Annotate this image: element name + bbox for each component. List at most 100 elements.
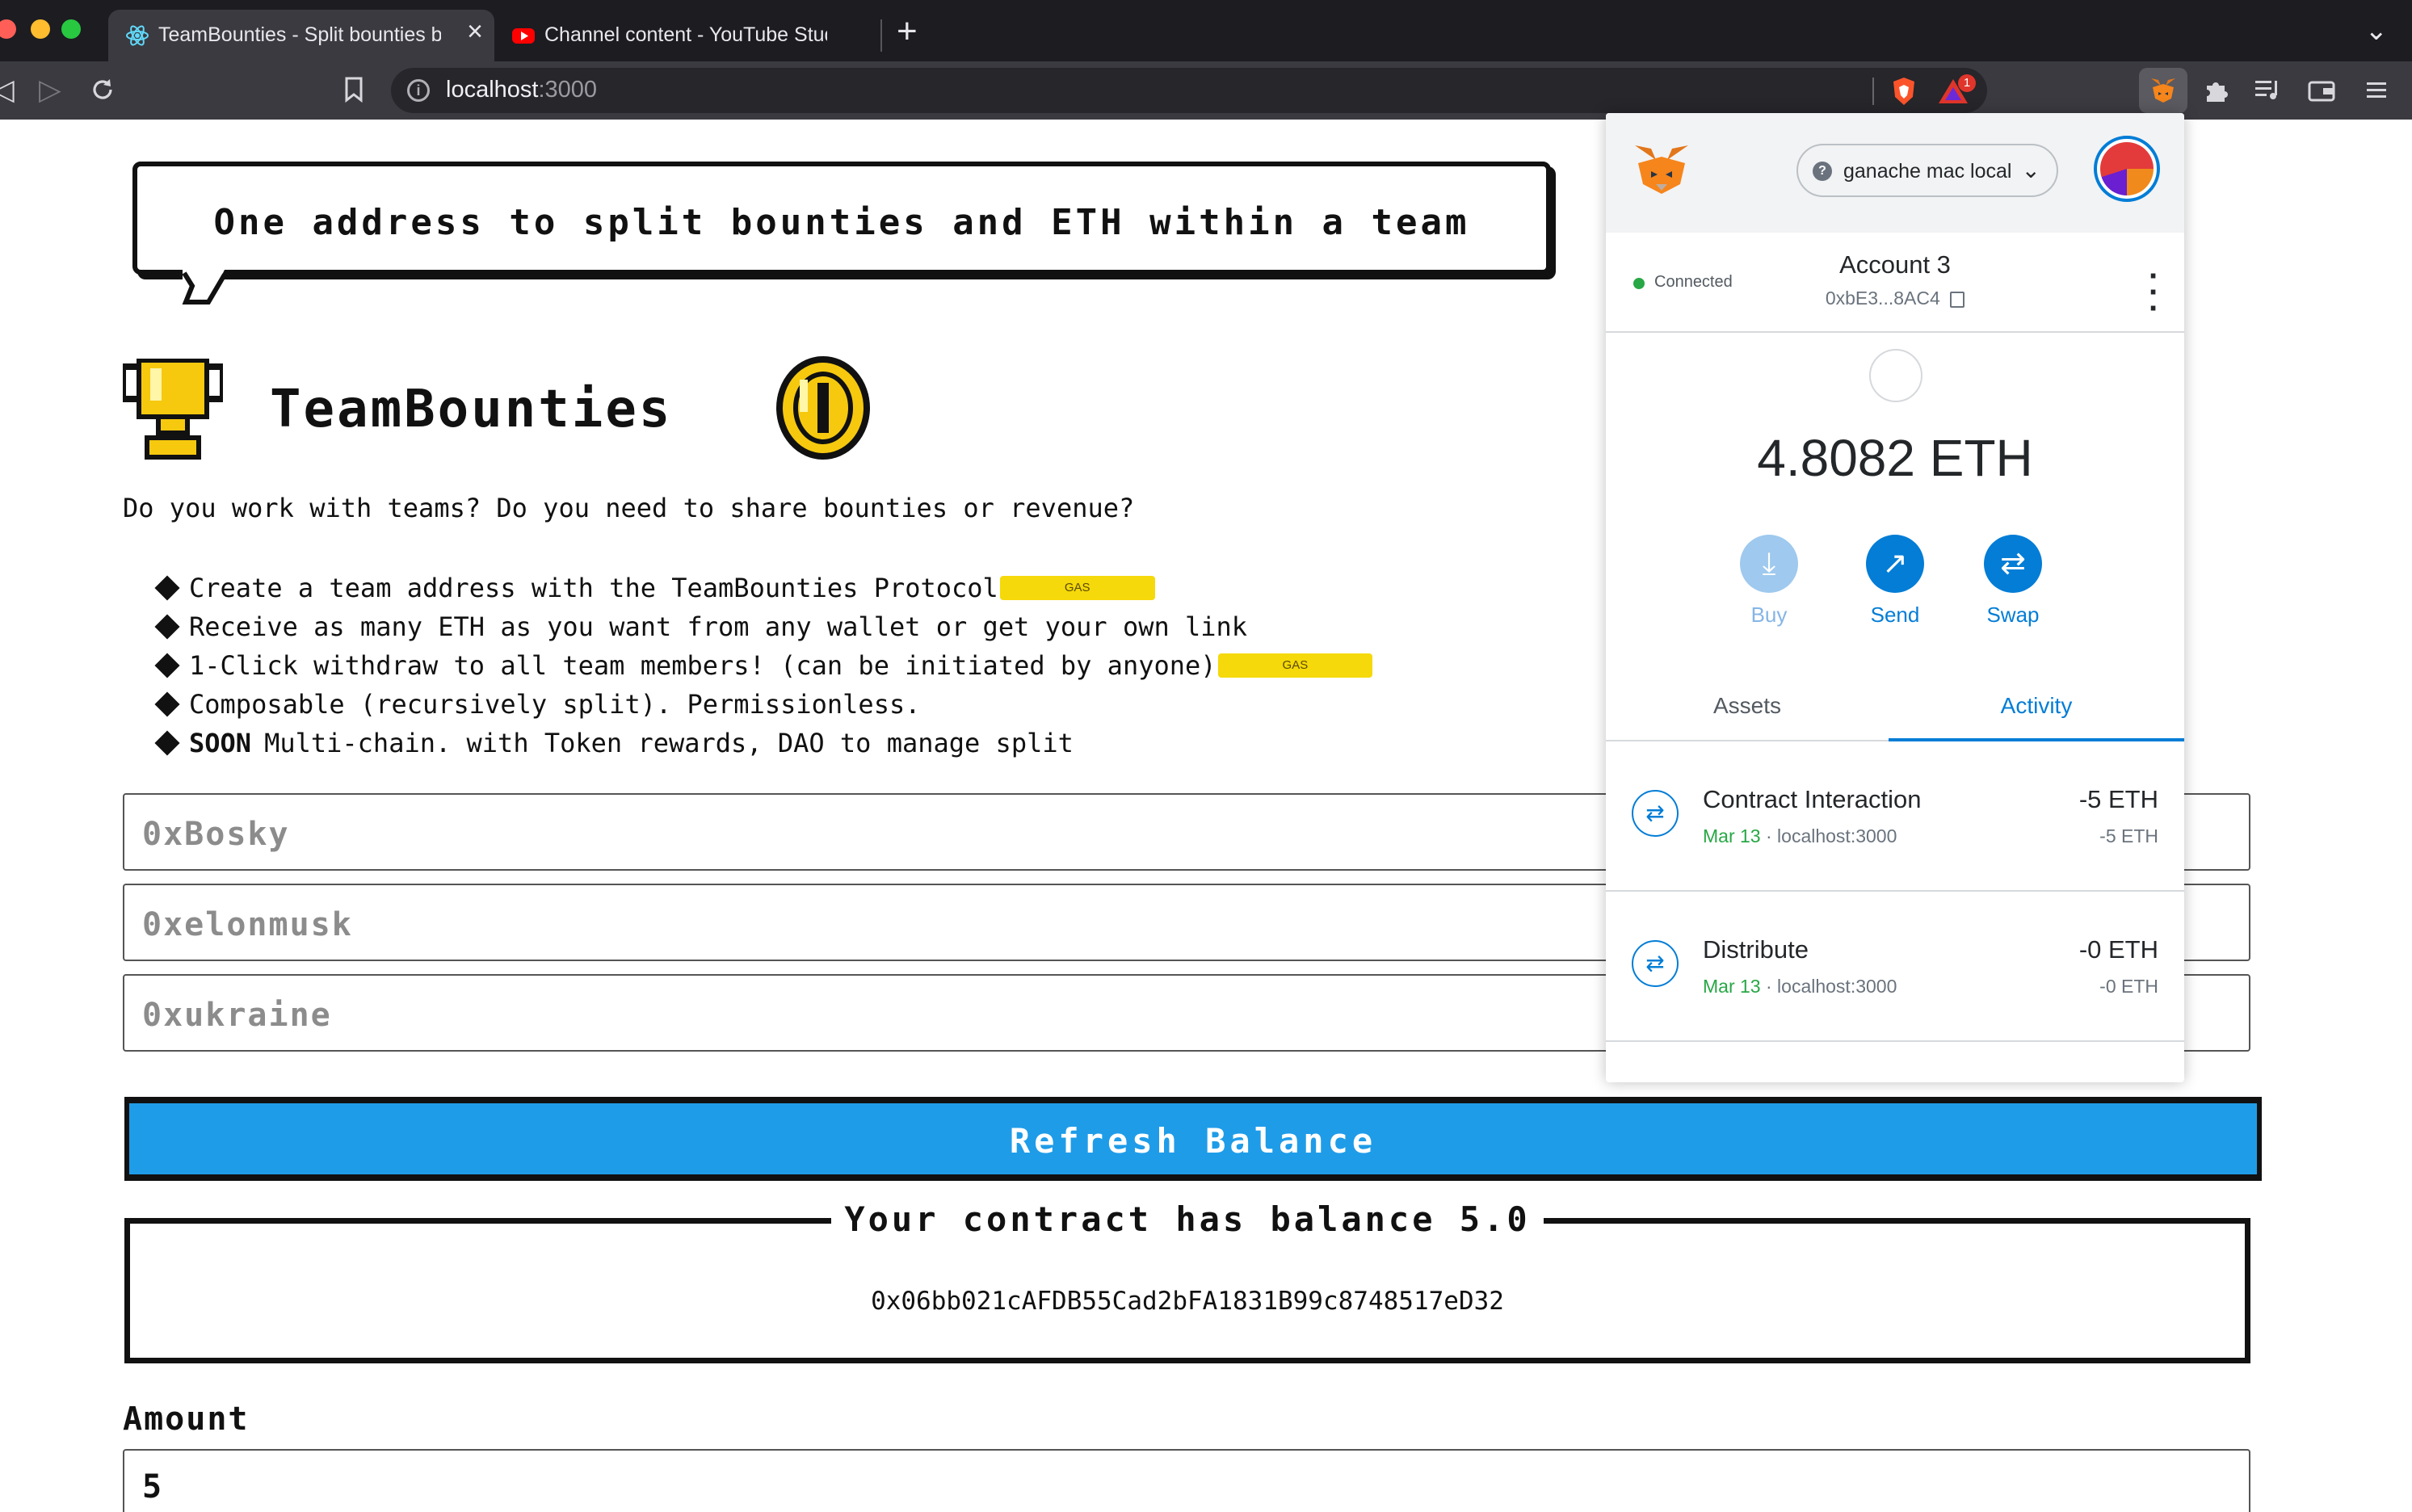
network-selector[interactable]: ? ganache mac local ⌄	[1796, 144, 2058, 197]
feature-text: Composable (recursively split). Permissi…	[189, 689, 921, 720]
list-item: SOON Multi-chain. with Token rewards, DA…	[154, 724, 1372, 762]
address-bar[interactable]: i localhost:3000 1	[391, 68, 1987, 113]
tab-separator	[880, 19, 882, 52]
speech-bubble-text: One address to split bounties and ETH wi…	[213, 202, 1470, 243]
zoom-window-button[interactable]	[61, 19, 81, 39]
close-tab-icon[interactable]: ×	[467, 16, 483, 48]
transaction-title: Contract Interaction	[1703, 785, 1922, 813]
react-icon	[126, 25, 149, 46]
diamond-bullet-icon	[154, 730, 180, 756]
menu-icon[interactable]	[2365, 79, 2388, 102]
arrow-up-right-icon: ↗	[1866, 535, 1924, 593]
balance-panel: Your contract has balance 5.0 0x06bb021c…	[124, 1199, 2250, 1363]
refresh-balance-button[interactable]: Refresh Balance	[124, 1097, 2262, 1181]
interaction-icon: ⇄	[1632, 790, 1679, 837]
reload-icon[interactable]	[89, 76, 116, 103]
input-placeholder: 0xBosky	[142, 816, 290, 853]
new-tab-button[interactable]: +	[897, 11, 918, 52]
amount-input[interactable]: 5	[123, 1449, 2250, 1512]
site-info-icon[interactable]: i	[407, 79, 430, 102]
account-options-icon[interactable]: · · ·	[2149, 260, 2159, 325]
metamask-fox-icon	[1635, 145, 1688, 194]
feature-text: 1-Click withdraw to all team members! (c…	[189, 650, 1217, 681]
account-bar: Connected Account 3 0xbE3...8AC4 · · ·	[1606, 233, 2184, 333]
tab-activity[interactable]: Activity	[1889, 670, 2184, 741]
metamask-tabs: Assets Activity	[1606, 670, 2184, 741]
metamask-fox-icon	[2151, 78, 2175, 103]
chevron-down-icon: ⌄	[2021, 158, 2040, 183]
interaction-icon: ⇄	[1632, 940, 1679, 987]
swap-label: Swap	[1986, 603, 2040, 627]
close-window-button[interactable]	[0, 19, 16, 39]
token-icon	[1869, 349, 1922, 402]
transaction-meta: Mar 13 · localhost:3000	[1703, 976, 1897, 997]
notification-badge: 1	[1958, 74, 1976, 92]
tab-title: Channel content - YouTube Studio	[544, 23, 827, 46]
amount-value: 5	[142, 1468, 162, 1506]
copy-icon[interactable]	[1950, 291, 1965, 308]
feature-text: Receive as many ETH as you want from any…	[189, 611, 1248, 642]
network-name: ganache mac local	[1843, 160, 2012, 183]
tab-youtube-studio[interactable]: Channel content - YouTube Studio	[494, 10, 880, 61]
list-item: Create a team address with the TeamBount…	[154, 569, 1372, 607]
minimize-window-button[interactable]	[31, 19, 50, 39]
account-avatar[interactable]	[2094, 136, 2160, 202]
transaction-amount-secondary: -5 ETH	[2099, 825, 2158, 846]
transaction-meta: Mar 13 · localhost:3000	[1703, 825, 1897, 846]
diamond-bullet-icon	[154, 691, 180, 717]
list-item: Composable (recursively split). Permissi…	[154, 685, 1372, 724]
coin-icon	[776, 356, 870, 460]
playlist-icon[interactable]	[2254, 78, 2283, 103]
tab-assets[interactable]: Assets	[1606, 670, 1889, 741]
contract-address: 0x06bb021cAFDB55Cad2bFA1831B99c8748517eD…	[871, 1287, 1504, 1316]
transaction-amount: -5 ETH	[2078, 785, 2158, 813]
brave-shields-icon[interactable]	[1890, 76, 1918, 107]
tab-search-chevron-icon[interactable]: ⌄	[2365, 15, 2389, 47]
tab-title: TeamBounties - Split bounties b	[158, 23, 441, 46]
send-label: Send	[1870, 603, 1920, 627]
transaction-amount: -0 ETH	[2078, 935, 2158, 964]
account-address[interactable]: 0xbE3...8AC4	[1606, 288, 2184, 309]
omnibox-divider	[1872, 78, 1874, 105]
network-question-icon: ?	[1813, 162, 1832, 181]
diamond-bullet-icon	[154, 653, 180, 678]
diamond-bullet-icon	[154, 575, 180, 601]
bookmark-icon[interactable]	[342, 76, 365, 103]
diamond-bullet-icon	[154, 614, 180, 640]
input-placeholder: 0xukraine	[142, 997, 332, 1034]
feature-text: Create a team address with the TeamBount…	[189, 573, 998, 603]
transaction-row[interactable]: ⇄ Distribute Mar 13 · localhost:3000 -0 …	[1606, 893, 2184, 1042]
metamask-popup: ? ganache mac local ⌄ Connected Account …	[1606, 113, 2184, 1082]
balance-title: Your contract has balance 5.0	[130, 1199, 2245, 1239]
tab-teambounties[interactable]: TeamBounties - Split bounties b ×	[108, 10, 494, 61]
url-text: localhost:3000	[446, 77, 598, 103]
account-name: Account 3	[1839, 250, 1951, 279]
soon-label: SOON	[189, 728, 252, 758]
youtube-icon	[512, 28, 535, 44]
gas-badge: GAS	[1217, 653, 1373, 678]
transaction-title: Distribute	[1703, 935, 1809, 964]
swap-icon: ⇄	[1984, 535, 2042, 593]
send-button[interactable]: ↗ Send	[1847, 535, 1943, 628]
feature-list: Create a team address with the TeamBount…	[154, 569, 1373, 762]
swap-button[interactable]: ⇄ Swap	[1964, 535, 2061, 628]
lead-question: Do you work with teams? Do you need to s…	[123, 493, 1135, 523]
gas-badge: GAS	[999, 576, 1155, 600]
list-item: 1-Click withdraw to all team members! (c…	[154, 646, 1373, 685]
transaction-row[interactable]: ⇄ Contract Interaction Mar 13 · localhos…	[1606, 743, 2184, 892]
extensions-puzzle-icon[interactable]	[2202, 76, 2231, 105]
speech-bubble-tail-icon	[182, 270, 227, 304]
list-item: Receive as many ETH as you want from any…	[154, 607, 1372, 646]
download-icon: ⤓	[1740, 535, 1798, 593]
back-icon[interactable]: ◁	[0, 73, 15, 107]
eth-balance: 4.8082 ETH	[1757, 429, 2033, 487]
browser-toolbar: ◁ ▷ i localhost:3000 1	[0, 61, 2412, 120]
forward-icon[interactable]: ▷	[39, 73, 61, 107]
metamask-header: ? ganache mac local ⌄	[1606, 113, 2184, 233]
brave-rewards-button[interactable]: 1	[1937, 74, 1976, 107]
feature-text: Multi-chain. with Token rewards, DAO to …	[264, 728, 1074, 758]
buy-button[interactable]: ⤓ Buy	[1721, 535, 1817, 628]
metamask-extension-button[interactable]	[2139, 68, 2187, 113]
trophy-icon	[123, 359, 223, 460]
wallet-icon[interactable]	[2307, 78, 2336, 103]
